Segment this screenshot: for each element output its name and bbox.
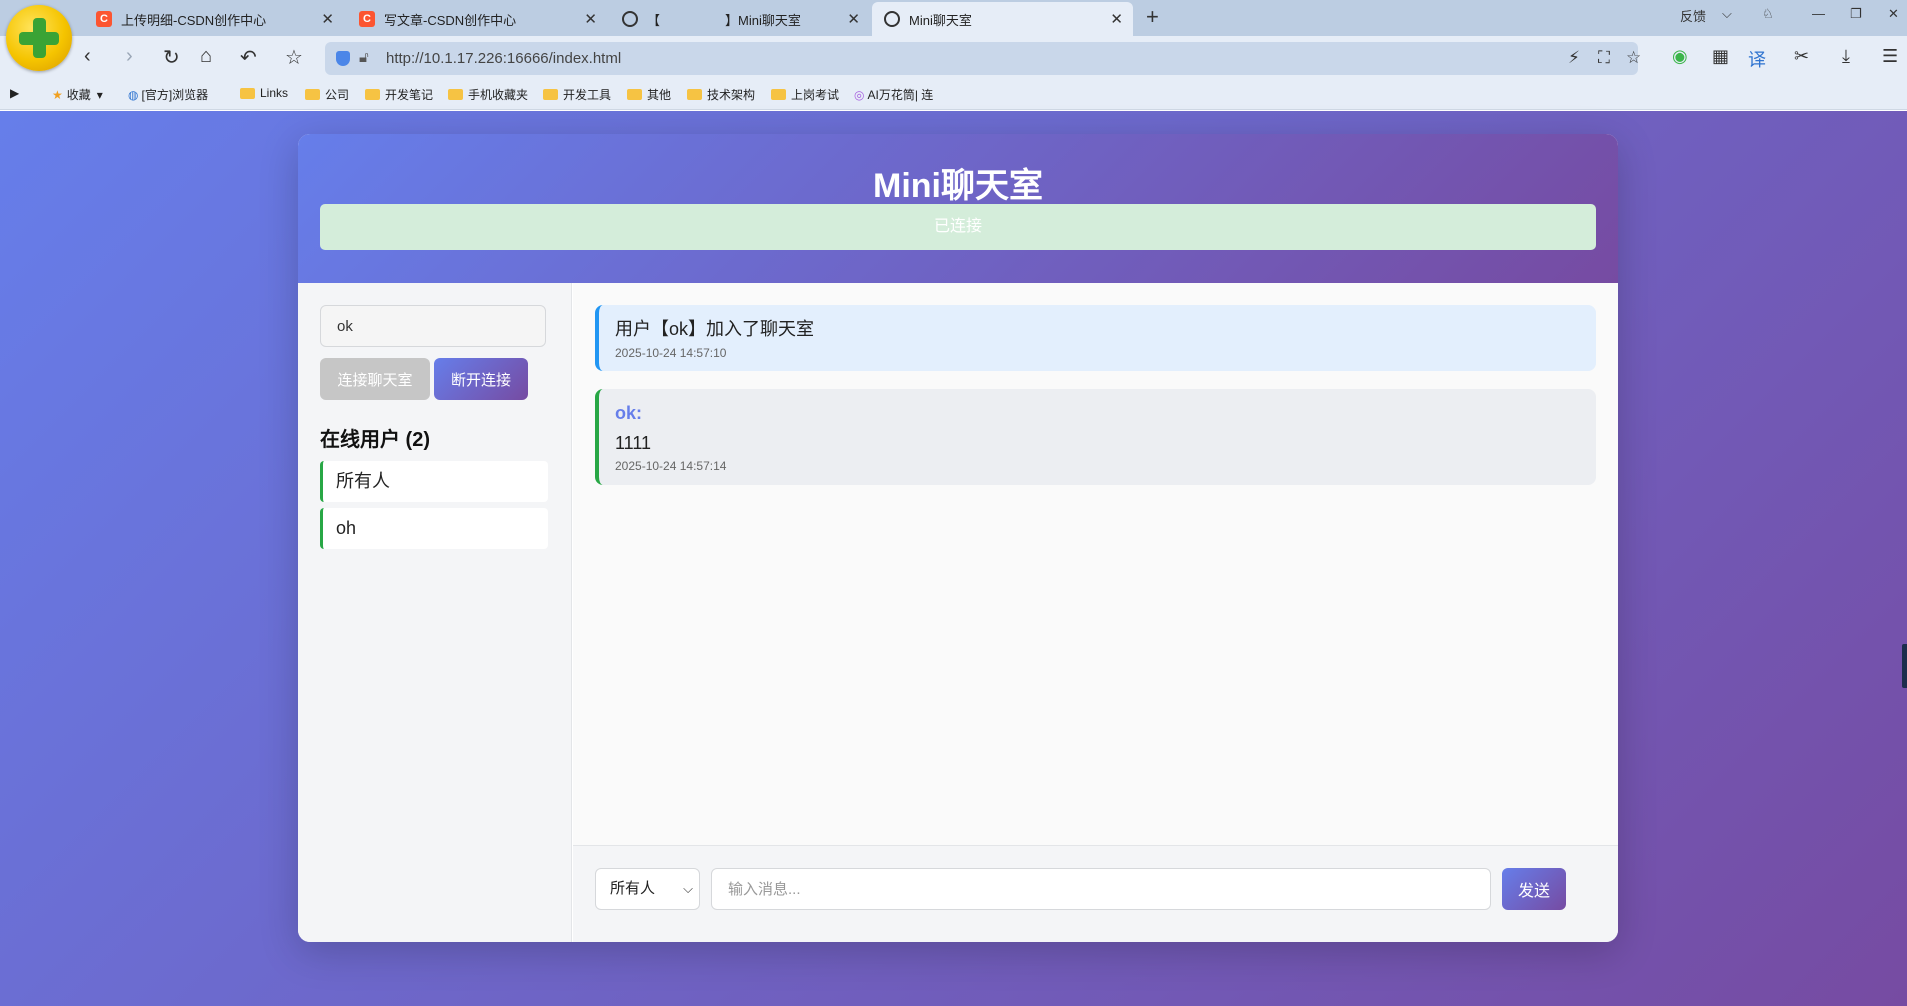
connection-status: 已连接	[320, 204, 1596, 250]
folder-icon	[771, 89, 786, 100]
folder-icon	[365, 89, 380, 100]
favorites-star-icon[interactable]: ☆	[285, 45, 303, 70]
tab-mini-chat-1[interactable]: 【 】Mini聊天室 ✕	[610, 2, 870, 36]
page-background: Mini聊天室 已连接 连接聊天室 断开连接 在线用户 (2) 所有人 oh 用…	[0, 111, 1907, 1006]
chat-header: Mini聊天室 已连接	[298, 134, 1618, 283]
address-bar[interactable]: 🔓︎ http://10.1.17.226:16666/index.html ⚡…	[325, 42, 1641, 75]
minimize-icon[interactable]: —	[1812, 6, 1825, 21]
message-input-area: 所有人 ⌵ 发送	[573, 845, 1618, 942]
chevron-down-icon[interactable]: ⌵	[1722, 6, 1732, 22]
tab-upload-details[interactable]: C 上传明细-CSDN创作中心 ✕	[84, 2, 344, 36]
apps-grid-icon[interactable]: ▦	[1712, 46, 1729, 67]
bookmark-folder-exam[interactable]: 上岗考试	[771, 86, 839, 103]
bookmark-favorites[interactable]: ★ 收藏 ▾	[52, 86, 103, 103]
bookmark-folder-other[interactable]: 其他	[627, 86, 671, 103]
chevron-down-icon: ⌵	[683, 881, 693, 896]
folder-icon	[448, 89, 463, 100]
download-icon[interactable]: ⤓	[1842, 46, 1850, 67]
url-text[interactable]: http://10.1.17.226:16666/index.html	[386, 50, 621, 67]
message-time: 2025-10-24 14:57:14	[615, 459, 727, 473]
eye-icon[interactable]: ◉	[1672, 46, 1688, 67]
globe-icon	[884, 11, 900, 27]
folder-icon	[543, 89, 558, 100]
bookmark-folder-mobile[interactable]: 手机收藏夹	[448, 86, 528, 103]
user-message: ok: 1111 2025-10-24 14:57:14	[595, 389, 1596, 485]
reload-icon[interactable]: ↻	[163, 45, 180, 70]
folder-icon	[305, 89, 320, 100]
message-text: 1111	[615, 433, 652, 453]
lightning-icon[interactable]: ⚡︎	[1568, 48, 1580, 68]
restore-icon[interactable]: ❐	[1850, 6, 1862, 22]
bookmark-folder-dev-tools[interactable]: 开发工具	[543, 86, 611, 103]
star-icon: ★	[52, 87, 63, 102]
sidebar-toggle-icon[interactable]: ▶︎	[10, 86, 19, 100]
connect-button[interactable]: 连接聊天室	[320, 358, 430, 400]
ai-icon: ◎	[854, 87, 865, 102]
back-icon[interactable]: ‹	[84, 45, 91, 68]
sidebar: 连接聊天室 断开连接 在线用户 (2) 所有人 oh	[298, 283, 572, 942]
tab-write-article[interactable]: C 写文章-CSDN创作中心 ✕	[347, 2, 607, 36]
tab-mini-chat-active[interactable]: Mini聊天室 ✕	[872, 2, 1133, 36]
scissors-icon[interactable]: ✂	[1794, 46, 1809, 67]
folder-icon	[627, 89, 642, 100]
bookmark-folder-company[interactable]: 公司	[305, 86, 349, 103]
page-title: Mini聊天室	[873, 167, 1043, 205]
bookmark-folder-links[interactable]: Links	[240, 86, 288, 100]
translate-icon[interactable]: 译	[1748, 46, 1766, 72]
user-item-oh[interactable]: oh	[320, 508, 548, 549]
online-user-list: 所有人 oh	[320, 461, 548, 555]
browser-tab-bar: C 上传明细-CSDN创作中心 ✕ C 写文章-CSDN创作中心 ✕ 【 】Mi…	[0, 0, 1907, 36]
browser-logo[interactable]	[6, 5, 72, 71]
tab-close-icon[interactable]: ✕	[847, 10, 860, 28]
bookmark-official[interactable]: ◍ [官方]浏览器	[128, 86, 208, 103]
recipient-select[interactable]: 所有人 ⌵	[595, 868, 700, 910]
tab-close-icon[interactable]: ✕	[584, 10, 597, 28]
send-button[interactable]: 发送	[1502, 868, 1566, 910]
bookmark-ai[interactable]: ◎ AI万花筒| 连	[854, 86, 933, 103]
feedback-link[interactable]: 反馈	[1680, 6, 1706, 25]
close-window-icon[interactable]: ✕	[1888, 6, 1899, 22]
username-input[interactable]	[320, 305, 546, 347]
csdn-icon: C	[96, 11, 112, 27]
bookmark-folder-dev-notes[interactable]: 开发笔记	[365, 86, 433, 103]
online-users-heading: 在线用户 (2)	[320, 429, 430, 451]
undo-icon[interactable]: ↶	[240, 45, 257, 70]
menu-icon[interactable]: ☰	[1882, 46, 1898, 67]
home-icon[interactable]: ⌂	[200, 45, 212, 68]
browser-nav-bar: ‹ › ↻ ⌂ ↶ ☆ 🔓︎ http://10.1.17.226:16666/…	[0, 36, 1907, 82]
folder-icon	[240, 87, 255, 99]
message-input[interactable]	[711, 868, 1491, 910]
insecure-lock-icon[interactable]: 🔓︎	[359, 49, 369, 66]
system-message: 用户【ok】加入了聊天室 2025-10-24 14:57:10	[595, 305, 1596, 371]
forward-icon[interactable]: ›	[126, 45, 133, 68]
message-text: 用户【ok】加入了聊天室	[615, 319, 815, 339]
screenshot-icon[interactable]: ⛶	[1598, 48, 1610, 68]
message-list: 用户【ok】加入了聊天室 2025-10-24 14:57:10 ok: 111…	[573, 283, 1618, 845]
skin-icon[interactable]: ♘	[1762, 6, 1774, 22]
caret-down-icon: ▾	[96, 87, 103, 102]
disconnect-button[interactable]: 断开连接	[434, 358, 528, 400]
message-sender: ok:	[615, 403, 642, 423]
folder-icon	[687, 89, 702, 100]
user-item-everyone[interactable]: 所有人	[320, 461, 548, 502]
scrollbar-handle[interactable]	[1902, 644, 1907, 688]
bookmarks-bar: ▶︎ ★ 收藏 ▾ ◍ [官方]浏览器 Links 公司 开发笔记 手机收藏夹 开发工…	[0, 82, 1907, 110]
message-time: 2025-10-24 14:57:10	[615, 346, 727, 360]
tab-close-icon[interactable]: ✕	[321, 10, 334, 28]
csdn-icon: C	[359, 11, 375, 27]
new-tab-button[interactable]: +	[1146, 4, 1159, 30]
tab-close-icon[interactable]: ✕	[1110, 10, 1123, 28]
bookmark-star-icon[interactable]: ☆	[1626, 48, 1641, 68]
globe-icon	[622, 11, 638, 27]
browser-icon: ◍	[128, 87, 139, 102]
bookmark-folder-architecture[interactable]: 技术架构	[687, 86, 755, 103]
shield-icon	[336, 51, 350, 66]
chat-container: Mini聊天室 已连接 连接聊天室 断开连接 在线用户 (2) 所有人 oh 用…	[298, 134, 1618, 942]
